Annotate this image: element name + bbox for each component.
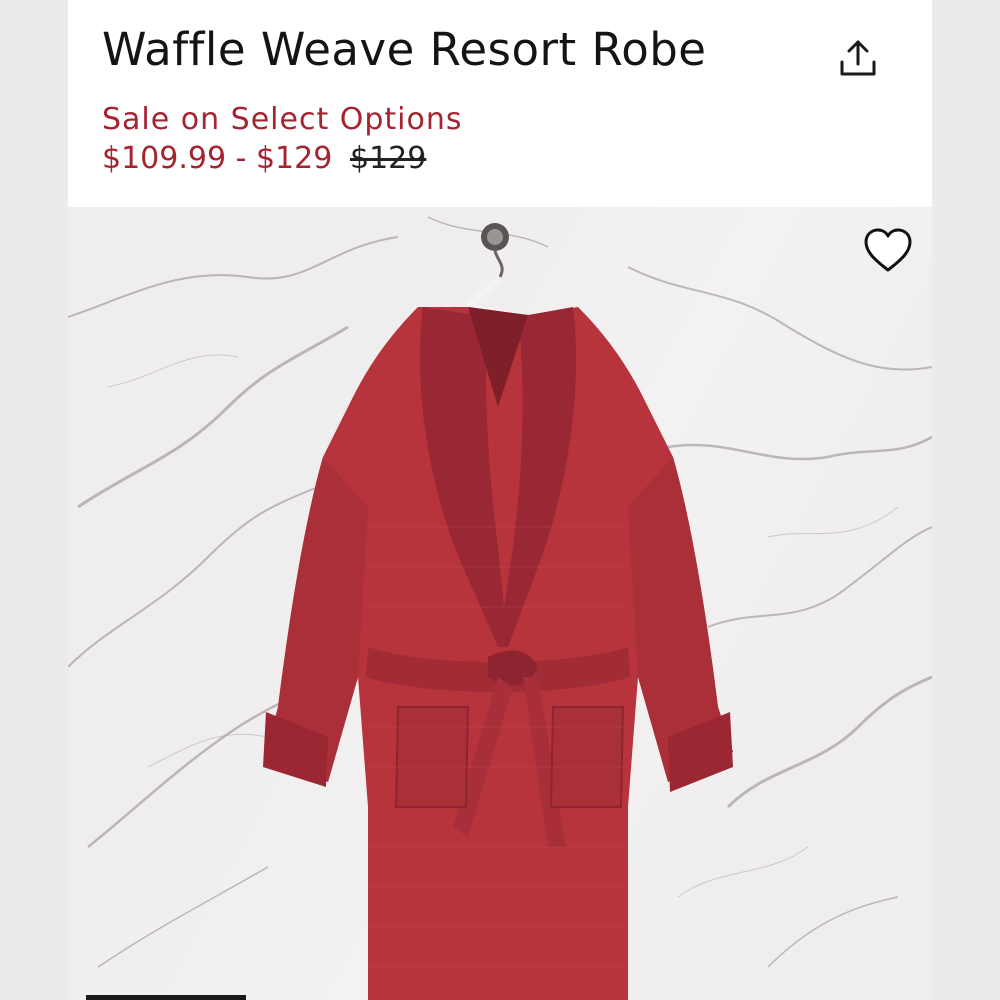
- bottom-indicator: [86, 995, 246, 1000]
- share-button[interactable]: [836, 36, 880, 80]
- original-price: $129: [350, 141, 427, 176]
- heart-outline-icon: [864, 228, 912, 272]
- product-title: Waffle Weave Resort Robe: [102, 23, 707, 76]
- left-backdrop: [0, 0, 68, 1000]
- product-card: Waffle Weave Resort Robe Sale on Select …: [68, 0, 932, 1000]
- right-backdrop: [932, 0, 1000, 1000]
- sale-price-range: $109.99 - $129: [102, 141, 333, 176]
- share-upload-icon: [840, 40, 876, 76]
- wishlist-button[interactable]: [861, 226, 915, 276]
- product-image[interactable]: [68, 207, 932, 1000]
- sale-label: Sale on Select Options: [102, 102, 463, 137]
- product-photo-robe: [68, 216, 932, 1000]
